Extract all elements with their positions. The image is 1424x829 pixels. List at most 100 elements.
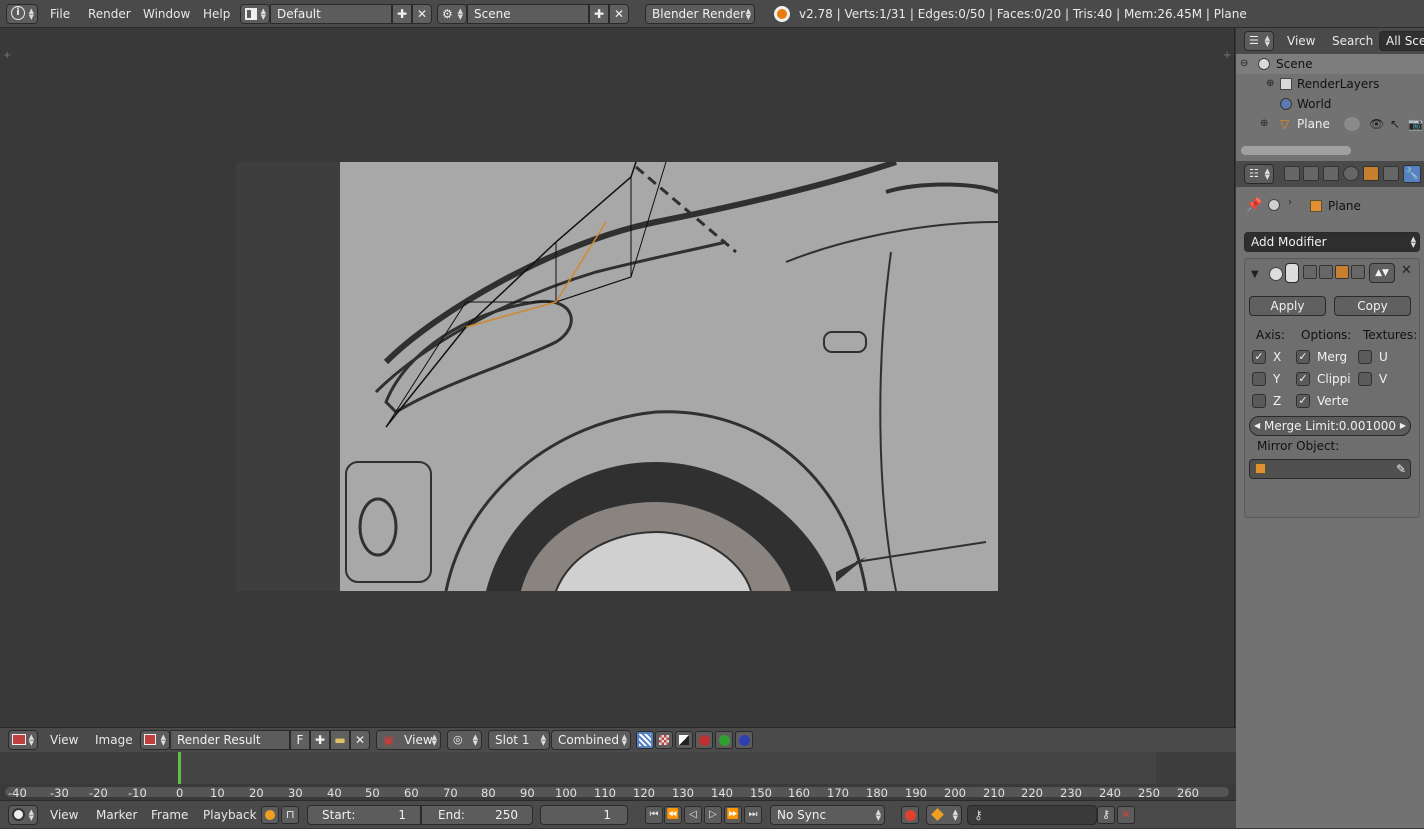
editor-type-timeline-button[interactable]: ▲ ▼	[8, 805, 38, 825]
editor-type-info-button[interactable]: i ▲ ▼	[6, 4, 38, 24]
modifiers-tab-icon[interactable]: 🔧	[1403, 165, 1421, 183]
active-keying-set-field[interactable]: ⚷	[967, 805, 1097, 825]
merge-checkbox[interactable]: ✓	[1296, 350, 1310, 364]
jump-keyframe-forward-button[interactable]: ⏩	[724, 806, 742, 824]
lock-frame-range-button[interactable]: ⊓	[281, 806, 299, 824]
copy-button[interactable]: Copy	[1334, 296, 1411, 316]
texture-v-checkbox[interactable]	[1358, 372, 1372, 386]
outliner-row-scene[interactable]: ⊖ Scene	[1236, 54, 1424, 74]
add-scene-button[interactable]: ✚	[589, 4, 609, 24]
realtime-toggle-icon[interactable]	[1303, 265, 1317, 279]
close-icon[interactable]: ✕	[1401, 263, 1412, 278]
play-reverse-button[interactable]: ◁	[684, 806, 702, 824]
collapse-icon[interactable]: ⊖	[1240, 54, 1248, 74]
browse-image-button[interactable]: ▲ ▼	[140, 730, 170, 750]
outliner-scrollbar[interactable]	[1241, 146, 1351, 155]
insert-keyframe-button[interactable]: ⚷	[1097, 806, 1115, 824]
editmode-toggle-icon[interactable]	[1335, 265, 1349, 279]
image-name-field[interactable]: Render Result	[170, 730, 290, 750]
editor-type-outliner-button[interactable]: ☰ ▲ ▼	[1244, 31, 1274, 51]
pin-icon[interactable]: 📌	[1246, 198, 1262, 213]
start-frame-field[interactable]: Start: 1	[307, 805, 421, 825]
constraints-tab-icon[interactable]	[1383, 166, 1399, 181]
use-preview-range-button[interactable]	[261, 806, 279, 824]
delete-keyframe-button[interactable]: ✕	[1117, 806, 1135, 824]
modifier-name-field[interactable]	[1285, 263, 1299, 283]
world-tab-icon[interactable]	[1343, 166, 1359, 181]
auto-keying-button[interactable]	[901, 806, 919, 824]
area-split-corner-icon[interactable]: +	[3, 50, 11, 61]
menu-view[interactable]: View	[50, 801, 78, 829]
scene-tab-icon[interactable]	[1323, 166, 1339, 181]
outliner-display-mode-select[interactable]: All Scen	[1379, 31, 1424, 51]
channel-blue-button[interactable]	[735, 731, 753, 749]
delete-layout-button[interactable]: ✕	[412, 4, 432, 24]
end-frame-field[interactable]: End: 250	[421, 805, 533, 825]
timeline-scrollbar[interactable]	[5, 787, 1229, 797]
fake-user-button[interactable]: F	[290, 730, 310, 750]
properties-area[interactable]: ☷ ▲ ▼ 🔧 📌 › Plane Add Modifier ▲ ▼ ▼ ▲▼ …	[1236, 161, 1424, 828]
add-layout-button[interactable]: ✚	[392, 4, 412, 24]
open-image-button[interactable]: ▬	[330, 730, 350, 750]
menu-image[interactable]: Image	[95, 728, 133, 753]
channel-red-button[interactable]	[695, 731, 713, 749]
axis-z-checkbox[interactable]	[1252, 394, 1266, 408]
decrement-arrow-icon[interactable]: ◀	[1254, 417, 1260, 435]
eye-icon[interactable]: 👁	[1369, 114, 1384, 134]
render-engine-select[interactable]: Blender Render ▲ ▼	[645, 4, 755, 24]
outliner-row-renderlayers[interactable]: ⊕ RenderLayers	[1236, 74, 1424, 94]
keying-set-button[interactable]: ▲ ▼	[926, 805, 962, 825]
area-split-corner-icon[interactable]: +	[1223, 50, 1231, 61]
editor-type-image-button[interactable]: ▲ ▼	[8, 730, 38, 750]
outliner-row-plane[interactable]: ⊕ ▽ Plane 👁 ↖ 📷	[1236, 114, 1424, 134]
screen-layout-button[interactable]: ▲ ▼	[240, 4, 270, 24]
menu-view[interactable]: View	[50, 728, 78, 753]
vertex-groups-checkbox[interactable]: ✓	[1296, 394, 1310, 408]
expand-icon[interactable]: ⊕	[1260, 114, 1268, 134]
unlink-image-button[interactable]: ✕	[350, 730, 370, 750]
draw-channels-z-button[interactable]	[675, 731, 693, 749]
renderlayers-tab-icon[interactable]	[1303, 166, 1319, 181]
increment-arrow-icon[interactable]: ▶	[1400, 417, 1406, 435]
cage-toggle-icon[interactable]	[1351, 265, 1365, 279]
collapse-triangle-icon[interactable]: ▼	[1251, 269, 1259, 280]
modifier-wrench-icon[interactable]	[1344, 117, 1360, 131]
camera-render-icon[interactable]: 📷	[1408, 114, 1423, 134]
menu-window[interactable]: Window	[143, 0, 190, 28]
move-modifier-button[interactable]: ▲▼	[1369, 263, 1395, 283]
mirror-object-field[interactable]: ✎	[1249, 459, 1411, 479]
menu-playback[interactable]: Playback	[203, 801, 257, 829]
current-frame-line[interactable]	[178, 752, 181, 784]
texture-u-checkbox[interactable]	[1358, 350, 1372, 364]
draw-channels-alpha-button[interactable]	[655, 731, 673, 749]
menu-marker[interactable]: Marker	[96, 801, 137, 829]
pivot-select-button[interactable]: ◎ ▲ ▼	[447, 730, 482, 750]
cursor-select-icon[interactable]: ↖	[1390, 114, 1400, 134]
outliner-row-world[interactable]: World	[1236, 94, 1424, 114]
sync-mode-select[interactable]: No Sync ▲ ▼	[770, 805, 885, 825]
menu-frame[interactable]: Frame	[151, 801, 188, 829]
pass-select[interactable]: Combined ▲ ▼	[551, 730, 631, 750]
render-tab-icon[interactable]	[1284, 166, 1300, 181]
screen-layout-field[interactable]: Default	[270, 4, 392, 24]
jump-start-button[interactable]: ⏮	[645, 806, 663, 824]
add-modifier-select[interactable]: Add Modifier ▲ ▼	[1244, 232, 1420, 252]
scene-field[interactable]: Scene	[467, 4, 589, 24]
draw-channels-color-button[interactable]	[636, 731, 654, 749]
play-button[interactable]: ▷	[704, 806, 722, 824]
menu-render[interactable]: Render	[88, 0, 131, 28]
outliner-area[interactable]: ☰ ▲▼ View Search All Scen ⊖ Scene ⊕ Rend…	[1236, 28, 1424, 160]
menu-search[interactable]: Search	[1332, 28, 1373, 54]
eyedropper-icon[interactable]: ✎	[1396, 460, 1406, 478]
jump-end-button[interactable]: ⏭	[744, 806, 762, 824]
object-tab-icon[interactable]	[1363, 166, 1379, 181]
image-editor-area[interactable]: + +	[0, 28, 1235, 727]
apply-button[interactable]: Apply	[1249, 296, 1326, 316]
slot-select[interactable]: Slot 1 ▲ ▼	[488, 730, 550, 750]
render-toggle-icon[interactable]	[1319, 265, 1333, 279]
current-frame-field[interactable]: 1	[540, 805, 628, 825]
timeline-area[interactable]: -40 -30 -20 -10 0 10 20 30 40 50 60 70 8…	[0, 752, 1236, 800]
editor-type-properties-button[interactable]: ☷ ▲ ▼	[1244, 164, 1274, 184]
expand-icon[interactable]: ⊕	[1266, 74, 1274, 94]
menu-file[interactable]: File	[50, 0, 70, 28]
